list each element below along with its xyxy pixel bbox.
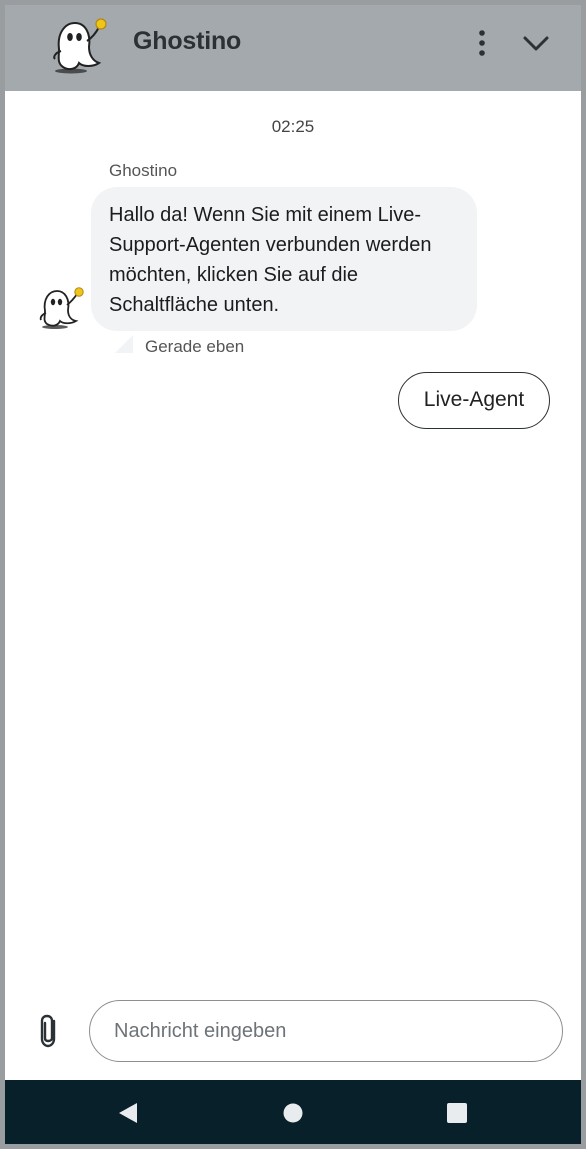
bot-avatar-icon [39,287,84,329]
device-frame: Ghostino 02:25 Ghostino Hallo da! Wenn S… [0,0,586,1149]
chat-screen: Ghostino 02:25 Ghostino Hallo da! Wenn S… [5,5,581,1144]
message-time: Gerade eben [145,337,245,356]
header-title: Ghostino [133,27,242,55]
system-navbar [5,1080,581,1144]
ghost-mascot-icon [53,18,107,74]
paperclip-icon[interactable] [35,1013,65,1049]
message-input[interactable] [89,1000,563,1062]
more-vert-icon[interactable] [469,27,495,59]
sender-name: Ghostino [109,161,178,180]
back-triangle-icon[interactable] [117,1102,139,1124]
conversation-timestamp: 02:25 [271,117,315,136]
chevron-down-icon[interactable] [519,29,553,59]
live-agent-button[interactable]: Live-Agent [398,372,550,429]
home-circle-icon[interactable] [283,1103,303,1123]
recents-square-icon[interactable] [447,1103,467,1123]
chat-header: Ghostino [5,5,581,91]
bubble-tail [115,335,133,353]
bot-message-bubble: Hallo da! Wenn Sie mit einem Live-Suppor… [91,187,477,331]
